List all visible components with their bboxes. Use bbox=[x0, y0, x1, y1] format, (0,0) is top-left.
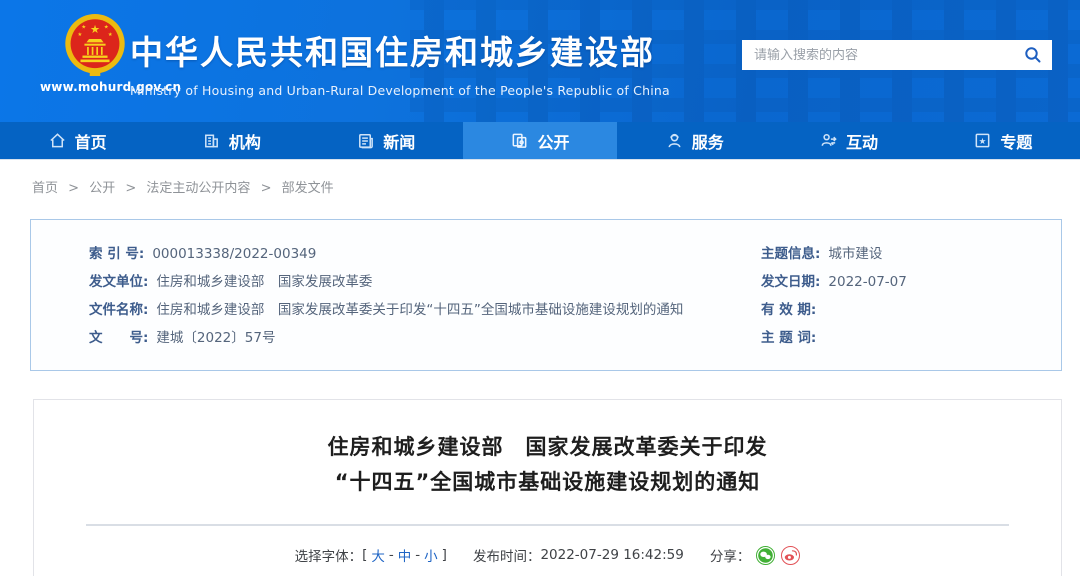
publish-time-group: 发布时间： 2022-07-29 16:42:59 bbox=[473, 545, 684, 565]
font-size-medium-link[interactable]: 中 bbox=[398, 545, 412, 565]
search-icon[interactable] bbox=[1022, 44, 1044, 66]
nav-item-disclosure[interactable]: 公开 bbox=[463, 122, 617, 159]
document-meta-box: 索 引 号: 000013338/2022-00349 发文单位: 住房和城乡建… bbox=[30, 219, 1062, 371]
search-box[interactable] bbox=[742, 40, 1052, 70]
nav-item-org[interactable]: 机构 bbox=[154, 122, 308, 159]
nav-label: 专题 bbox=[1000, 129, 1032, 153]
meta-label: 主题信息: bbox=[761, 240, 820, 268]
weibo-share-icon[interactable] bbox=[781, 546, 800, 565]
national-emblem-logo: ★ ★ ★ ★ ★ bbox=[62, 12, 128, 78]
font-picker-separator: - bbox=[389, 547, 394, 563]
meta-label: 发文日期: bbox=[761, 268, 820, 296]
breadcrumb-separator: > bbox=[261, 181, 272, 196]
meta-label: 文件名称: bbox=[89, 296, 148, 324]
meta-label: 文 号: bbox=[89, 324, 148, 352]
nav-item-services[interactable]: 服务 bbox=[617, 122, 771, 159]
meta-value: 住房和城乡建设部 国家发展改革委关于印发“十四五”全国城市基础设施建设规划的通知 bbox=[156, 296, 683, 324]
article-title-line2: “十四五”全国城市基础设施建设规划的通知 bbox=[34, 465, 1061, 500]
organization-icon bbox=[202, 131, 221, 150]
font-picker-label: 选择字体： bbox=[295, 545, 363, 565]
meta-label: 主 题 词: bbox=[761, 324, 816, 352]
share-group: 分享： bbox=[710, 545, 801, 565]
meta-row-issue-date: 发文日期: 2022-07-07 bbox=[761, 268, 1061, 296]
meta-row-topic-info: 主题信息: 城市建设 bbox=[761, 240, 1061, 268]
font-picker-separator: - bbox=[415, 547, 420, 563]
font-picker-bracket-close: ] bbox=[442, 547, 447, 563]
publish-time-value: 2022-07-29 16:42:59 bbox=[540, 547, 683, 563]
breadcrumb-statutory-content[interactable]: 法定主动公开内容 bbox=[146, 181, 250, 196]
article-meta-bar: 选择字体： [ 大 - 中 - 小 ] 发布时间： 2022-07-29 16:… bbox=[34, 545, 1061, 565]
nav-item-topics[interactable]: ★ 专题 bbox=[926, 122, 1080, 159]
share-label: 分享： bbox=[710, 545, 751, 565]
site-title-en: Ministry of Housing and Urban-Rural Deve… bbox=[130, 83, 670, 98]
meta-row-keywords: 主 题 词: bbox=[761, 324, 1061, 352]
breadcrumb: 首页 > 公开 > 法定主动公开内容 > 部发文件 bbox=[0, 160, 1080, 211]
meta-label: 发文单位: bbox=[89, 268, 148, 296]
font-size-small-link[interactable]: 小 bbox=[424, 545, 438, 565]
breadcrumb-home[interactable]: 首页 bbox=[32, 181, 58, 196]
breadcrumb-disclosure[interactable]: 公开 bbox=[89, 181, 115, 196]
svg-text:★: ★ bbox=[90, 23, 100, 36]
meta-value: 住房和城乡建设部 国家发展改革委 bbox=[156, 268, 372, 296]
interaction-icon bbox=[819, 131, 838, 150]
breadcrumb-ministry-documents[interactable]: 部发文件 bbox=[282, 181, 334, 196]
font-picker-bracket-open: [ bbox=[362, 547, 367, 563]
meta-row-issuing-unit: 发文单位: 住房和城乡建设部 国家发展改革委 bbox=[89, 268, 761, 296]
svg-text:★: ★ bbox=[77, 32, 82, 38]
main-nav: 首页 机构 新闻 公开 服务 互动 bbox=[0, 122, 1080, 160]
font-size-large-link[interactable]: 大 bbox=[371, 545, 385, 565]
site-header: ★ ★ ★ ★ ★ www.mohurd.gov.cn 中华人民共和国住房和城乡… bbox=[0, 0, 1080, 122]
nav-label: 机构 bbox=[229, 129, 261, 153]
meta-value: 城市建设 bbox=[828, 240, 882, 268]
meta-row-document-name: 文件名称: 住房和城乡建设部 国家发展改革委关于印发“十四五”全国城市基础设施建… bbox=[89, 296, 761, 324]
disclosure-icon bbox=[510, 131, 529, 150]
nav-label: 服务 bbox=[692, 129, 724, 153]
wechat-share-icon[interactable] bbox=[756, 546, 775, 565]
article-title-line1: 住房和城乡建设部 国家发展改革委关于印发 bbox=[34, 430, 1061, 465]
publish-time-label: 发布时间： bbox=[473, 545, 541, 565]
meta-value: 000013338/2022-00349 bbox=[152, 240, 316, 268]
search-input[interactable] bbox=[754, 48, 1022, 63]
meta-row-index-number: 索 引 号: 000013338/2022-00349 bbox=[89, 240, 761, 268]
nav-label: 首页 bbox=[75, 129, 107, 153]
nav-item-news[interactable]: 新闻 bbox=[309, 122, 463, 159]
article-title: 住房和城乡建设部 国家发展改革委关于印发 “十四五”全国城市基础设施建设规划的通… bbox=[34, 430, 1061, 500]
news-icon bbox=[356, 131, 375, 150]
breadcrumb-separator: > bbox=[68, 181, 79, 196]
topic-star-icon: ★ bbox=[973, 131, 992, 150]
meta-row-validity: 有 效 期: bbox=[761, 296, 1061, 324]
svg-text:★: ★ bbox=[81, 25, 86, 31]
svg-text:★: ★ bbox=[979, 137, 987, 147]
nav-label: 新闻 bbox=[383, 129, 415, 153]
meta-value: 建城〔2022〕57号 bbox=[156, 324, 275, 352]
nav-label: 公开 bbox=[537, 129, 569, 153]
nav-item-home[interactable]: 首页 bbox=[0, 122, 154, 159]
meta-value: 2022-07-07 bbox=[828, 268, 906, 296]
svg-text:★: ★ bbox=[104, 25, 109, 31]
title-divider bbox=[86, 524, 1009, 526]
nav-item-interaction[interactable]: 互动 bbox=[771, 122, 925, 159]
breadcrumb-separator: > bbox=[125, 181, 136, 196]
home-icon bbox=[48, 131, 67, 150]
site-title-cn: 中华人民共和国住房和城乡建设部 bbox=[130, 26, 670, 74]
nav-label: 互动 bbox=[846, 129, 878, 153]
svg-text:★: ★ bbox=[108, 32, 113, 38]
service-person-icon bbox=[665, 131, 684, 150]
font-size-picker: 选择字体： [ 大 - 中 - 小 ] bbox=[295, 545, 447, 565]
meta-label: 有 效 期: bbox=[761, 296, 816, 324]
meta-label: 索 引 号: bbox=[89, 240, 144, 268]
meta-row-document-number: 文 号: 建城〔2022〕57号 bbox=[89, 324, 761, 352]
article-box: 住房和城乡建设部 国家发展改革委关于印发 “十四五”全国城市基础设施建设规划的通… bbox=[33, 399, 1062, 576]
